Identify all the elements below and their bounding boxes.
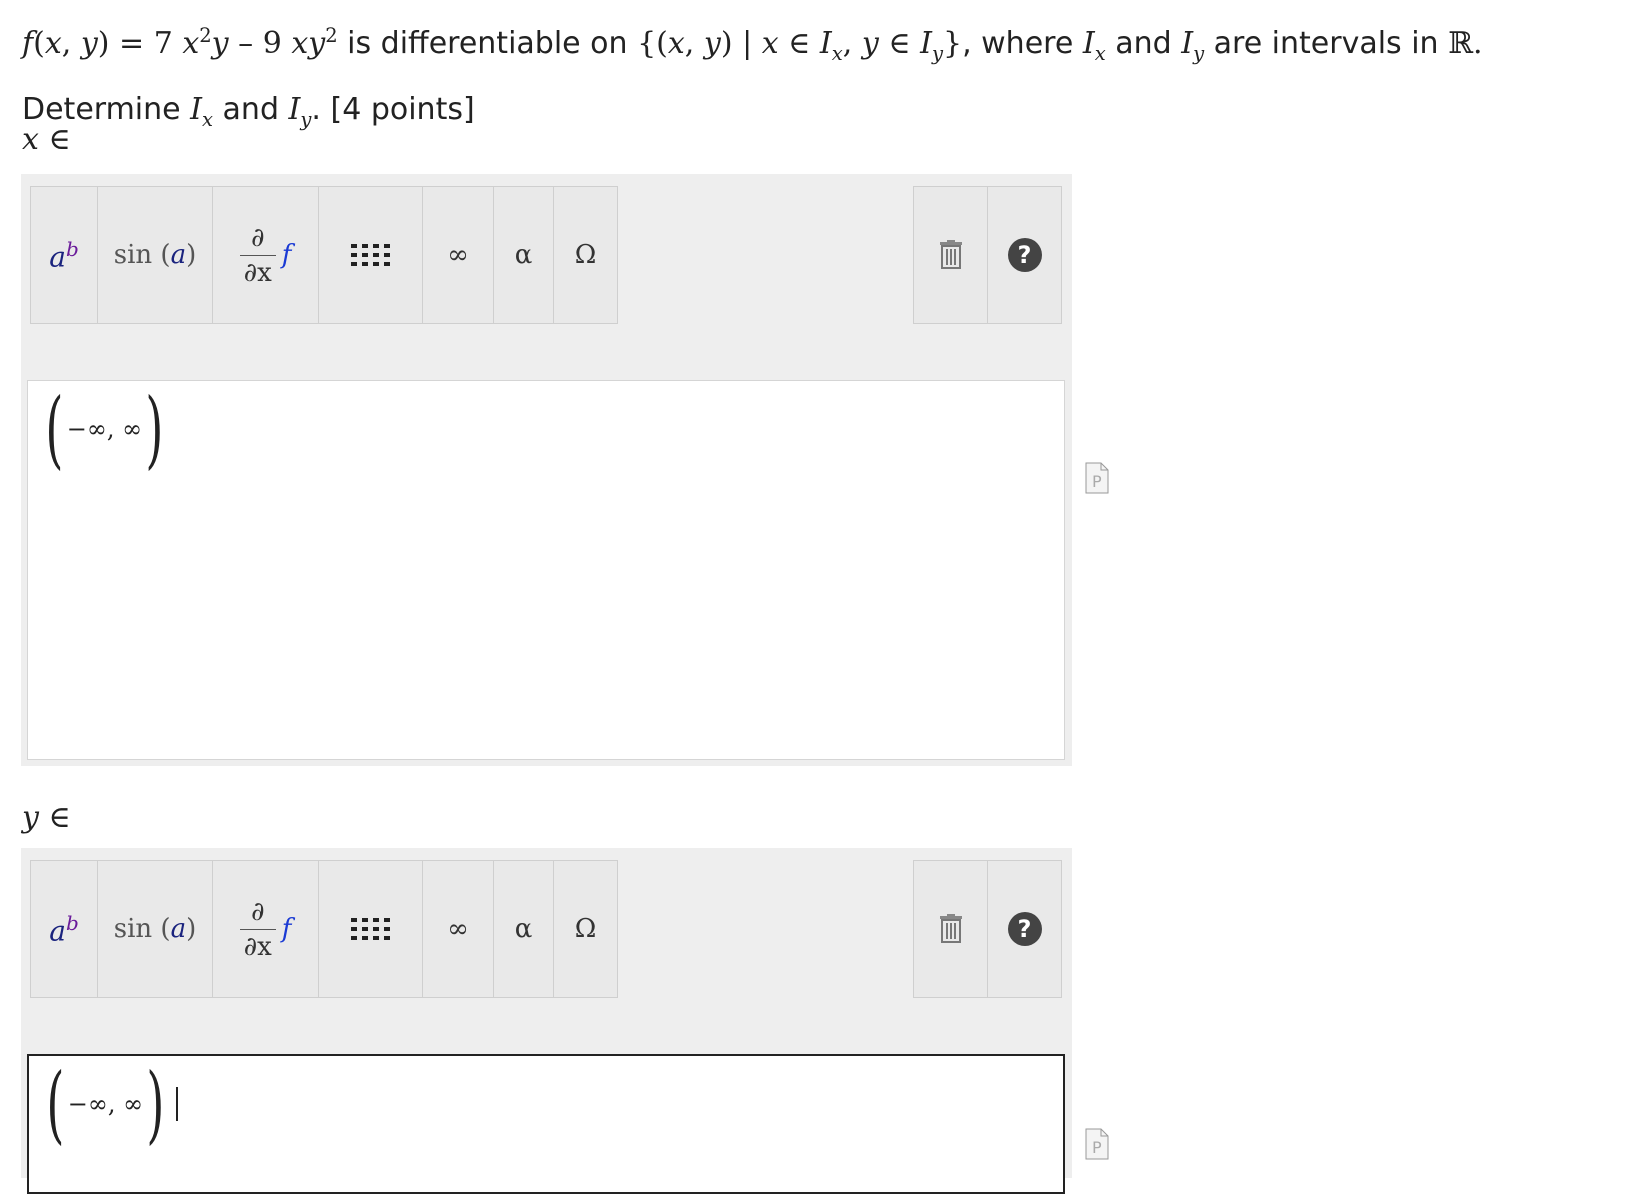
svg-text:P: P [1092, 472, 1102, 491]
question-line-2: Determine Ix and Iy. [4 points] [22, 92, 475, 131]
derivative-button[interactable]: ∂ ∂x f [212, 186, 319, 324]
question-line-1: f(x, y) = 7 x2y – 9 xy2 is differentiabl… [22, 24, 1483, 65]
symbols-button[interactable]: Ω [553, 186, 618, 324]
matrix-icon [351, 918, 390, 940]
help-icon: ? [1007, 912, 1042, 946]
matrix-button[interactable] [318, 186, 423, 324]
y-answer-input[interactable]: (−∞, ∞) [27, 1054, 1065, 1194]
help-button[interactable]: ? [987, 860, 1062, 998]
trash-icon [939, 914, 962, 943]
text-cursor [175, 1087, 178, 1121]
preview-icon[interactable]: P [1085, 1128, 1109, 1160]
x-editor: ab sin (a) ∂ ∂x f ∞ α Ω ? (−∞, ∞) [21, 174, 1072, 766]
help-icon: ? [1007, 238, 1042, 272]
question-text: f(x, y) = 7 x2y – 9 xy2 is differentiabl… [22, 10, 1483, 146]
infinity-button[interactable]: ∞ [422, 186, 494, 324]
trash-icon [939, 240, 962, 269]
matrix-icon [351, 244, 390, 266]
greek-button[interactable]: α [493, 186, 554, 324]
x-toolbar-right: ? [913, 186, 1062, 326]
sin-button[interactable]: sin (a) [97, 186, 213, 324]
y-label: y ∈ [22, 800, 71, 835]
delete-button[interactable] [913, 186, 988, 324]
x-answer-input[interactable]: (−∞, ∞) [27, 380, 1065, 760]
y-toolbar: ab sin (a) ∂ ∂x f ∞ α Ω [30, 860, 618, 1000]
x-answer-content: (−∞, ∞) [45, 380, 164, 478]
y-answer-content: (−∞, ∞) [39, 1062, 178, 1146]
sin-button[interactable]: sin (a) [97, 860, 213, 998]
preview-icon[interactable]: P [1085, 462, 1109, 494]
y-editor: ab sin (a) ∂ ∂x f ∞ α Ω ? (−∞, ∞) [21, 848, 1072, 1194]
x-label: x ∈ [22, 122, 71, 157]
symbols-button[interactable]: Ω [553, 860, 618, 998]
derivative-button[interactable]: ∂ ∂x f [212, 860, 319, 998]
y-toolbar-right: ? [913, 860, 1062, 1000]
x-toolbar: ab sin (a) ∂ ∂x f ∞ α Ω [30, 186, 618, 326]
help-button[interactable]: ? [987, 186, 1062, 324]
infinity-button[interactable]: ∞ [422, 860, 494, 998]
greek-button[interactable]: α [493, 860, 554, 998]
matrix-button[interactable] [318, 860, 423, 998]
power-button[interactable]: ab [30, 186, 98, 324]
delete-button[interactable] [913, 860, 988, 998]
power-button[interactable]: ab [30, 860, 98, 998]
svg-text:P: P [1092, 1138, 1102, 1157]
